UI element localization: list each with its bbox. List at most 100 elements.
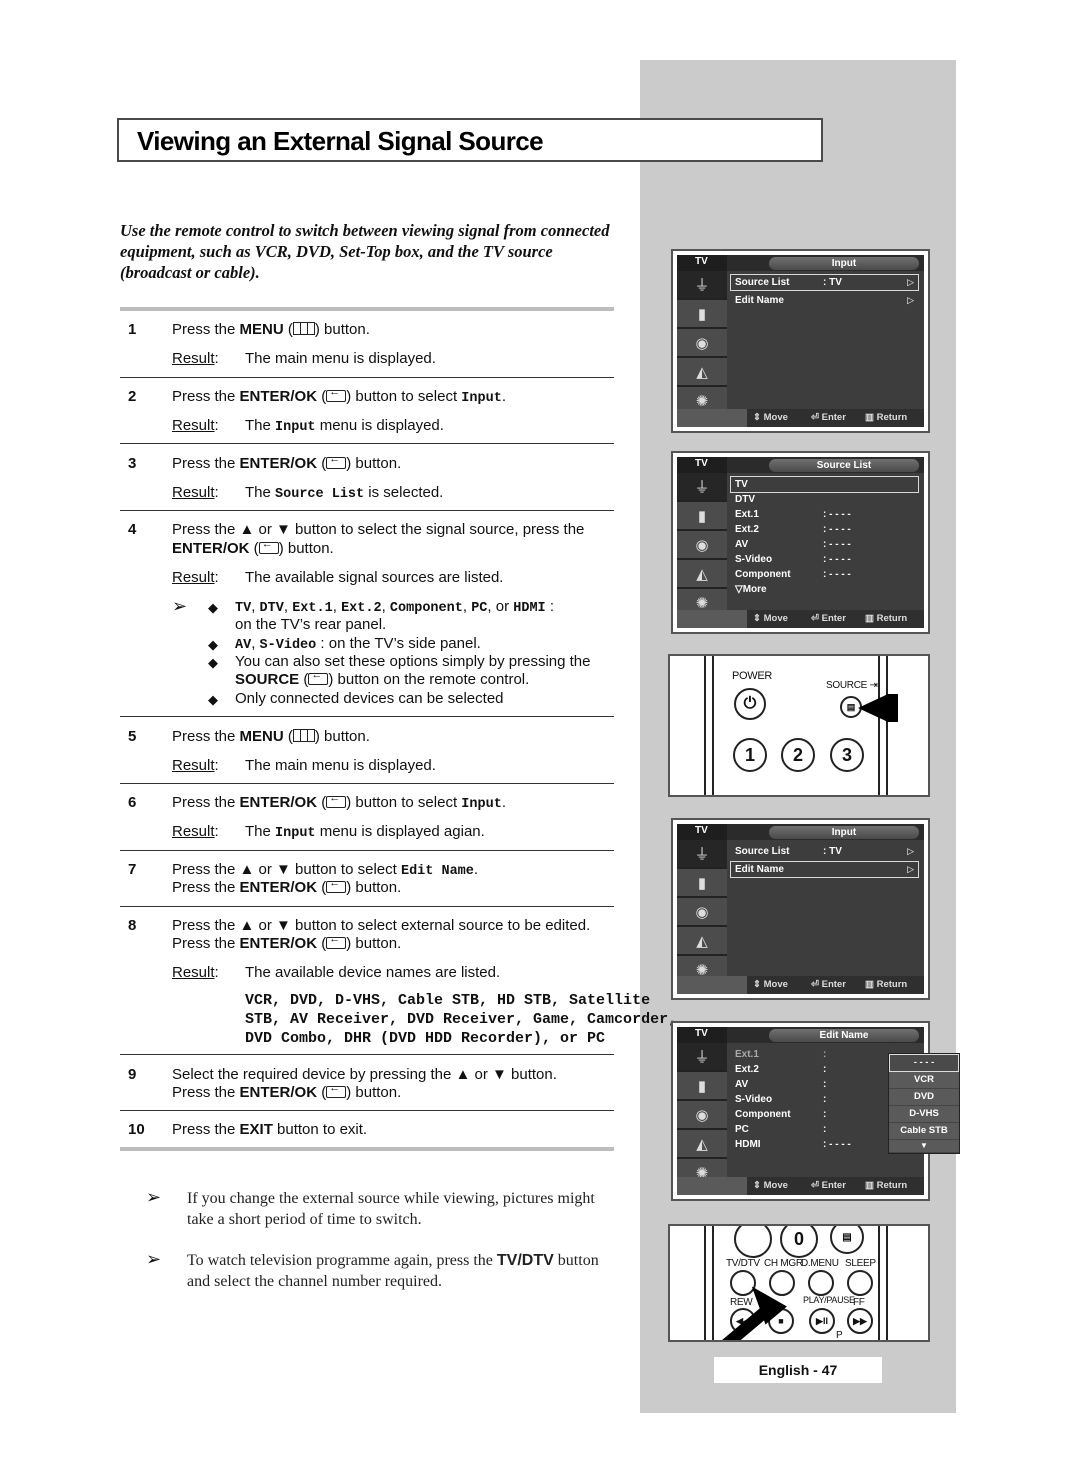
device-names-line: STB, AV Receiver, DVD Receiver, Game, Ca… <box>245 1011 678 1028</box>
source-item[interactable]: Ext.2: - - - - <box>731 522 918 537</box>
input-plug-icon: ⏚ <box>677 271 727 300</box>
step-6-result-label: Result: <box>172 823 219 840</box>
divider <box>120 377 614 378</box>
return-hint: ▥ Return <box>865 1180 908 1191</box>
input-plug-icon: ⏚ <box>677 1043 727 1072</box>
step-number: 6 <box>128 794 137 811</box>
enter-icon <box>326 386 347 402</box>
step-2-instruction: Press the ENTER/OK () button to select I… <box>172 386 506 406</box>
dropdown-option[interactable]: Cable STB <box>889 1123 959 1140</box>
picture-icon: ▮ <box>677 300 727 329</box>
move-hint: ⇕ Move <box>753 412 788 423</box>
power-button-icon: ⏻ <box>734 688 766 720</box>
source-item[interactable]: AV: - - - - <box>731 537 918 552</box>
source-icon <box>308 669 329 685</box>
sleep-label: SLEEP <box>845 1258 876 1269</box>
menu-icon <box>292 322 315 335</box>
input-plug-icon: ⏚ <box>677 840 727 869</box>
d-menu-label: D.MENU <box>801 1258 839 1269</box>
enter-hint: ⏎ Enter <box>811 412 846 423</box>
divider <box>120 1147 614 1151</box>
scroll-down-icon[interactable]: ▼ <box>889 1140 959 1153</box>
tip-tv-dtv: To watch television programme again, pre… <box>187 1252 599 1290</box>
dropdown-option[interactable]: DVD <box>889 1089 959 1106</box>
channel-icon: ◭ <box>677 927 727 956</box>
step-2-result: The Input menu is displayed. <box>245 417 444 435</box>
right-arrow-icon: ▷ <box>907 846 914 856</box>
step-8-instruction-2: Press the ENTER/OK () button. <box>172 933 401 952</box>
menu-icon <box>292 729 315 742</box>
source-item[interactable]: Component: - - - - <box>731 567 918 582</box>
pointer-arrow-icon <box>858 694 888 722</box>
tv-screen-input: TV Input ⏚ ▮ ◉ ◭ ✺ Source List: TV ▷ Edit… <box>671 249 930 433</box>
step-7-instruction: Press the ▲ or ▼ button to select Edit N… <box>172 861 479 879</box>
source-item[interactable]: TV <box>730 476 919 493</box>
right-arrow-icon: ▷ <box>907 295 914 305</box>
menu-title: Input <box>769 257 919 270</box>
return-hint: ▥ Return <box>865 979 908 990</box>
bullet-icon: ◆ <box>208 692 218 707</box>
enter-icon <box>326 1082 347 1098</box>
digit-0-button: 0 <box>780 1226 818 1258</box>
step-10-instruction: Press the EXIT button to exit. <box>172 1121 368 1138</box>
menu-item-source-list[interactable]: Source List: TV ▷ <box>730 274 919 291</box>
dropdown-option[interactable]: VCR <box>889 1072 959 1089</box>
digit-2-button: 2 <box>781 738 815 772</box>
note-arrow-icon: ➢ <box>172 596 188 616</box>
tv-screen-source-list: TV Source List ⏚ ▮ ◉ ◭ ✺ TV DTV Ext.1: -… <box>671 451 930 634</box>
source-item[interactable]: DTV <box>731 492 918 507</box>
bullet-icon: ◆ <box>208 655 218 670</box>
picture-icon: ▮ <box>677 869 727 898</box>
picture-icon: ▮ <box>677 502 727 531</box>
page-title-box: Viewing an External Signal Source <box>117 118 823 162</box>
step-number: 4 <box>128 521 137 538</box>
blank-button-icon <box>734 1226 772 1258</box>
d-menu-button <box>808 1270 834 1296</box>
note-arrow-icon: ➢ <box>146 1187 162 1207</box>
step-3-result: The Source List is selected. <box>245 484 444 502</box>
menu-title: Edit Name <box>769 1029 919 1042</box>
fast-forward-icon: ▶▶ <box>847 1308 873 1334</box>
note-side-panel: AV, S-Video : on the TV’s side panel. <box>235 635 481 653</box>
sound-icon: ◉ <box>677 1101 727 1130</box>
divider <box>120 1110 614 1111</box>
more-item[interactable]: ▽More <box>731 582 918 597</box>
divider <box>120 906 614 907</box>
enter-hint: ⏎ Enter <box>811 1180 846 1191</box>
channel-icon: ◭ <box>677 560 727 589</box>
tv-label: TV <box>677 255 727 271</box>
move-hint: ⇕ Move <box>753 613 788 624</box>
pre-ch-button-icon: ▤ <box>830 1226 864 1254</box>
menu-title: Input <box>769 826 919 839</box>
source-item[interactable]: Ext.1: - - - - <box>731 507 918 522</box>
move-hint: ⇕ Move <box>753 1180 788 1191</box>
sleep-button <box>847 1270 873 1296</box>
source-label: SOURCE ⇥ <box>826 680 878 691</box>
dropdown-option[interactable]: D-VHS <box>889 1106 959 1123</box>
enter-hint: ⏎ Enter <box>811 613 846 624</box>
source-item[interactable]: S-Video: - - - - <box>731 552 918 567</box>
tip-source-switch: If you change the external source while … <box>187 1190 595 1228</box>
note-rear-panel-2: on the TV’s rear panel. <box>235 616 387 633</box>
menu-item-source-list[interactable]: Source List: TV ▷ <box>731 844 918 859</box>
step-8-result-label: Result: <box>172 964 219 981</box>
step-5-result-label: Result: <box>172 757 219 774</box>
tv-label: TV <box>677 457 727 473</box>
device-name-dropdown[interactable]: - - - - VCR DVD D-VHS Cable STB ▼ <box>888 1053 960 1154</box>
play-pause-icon: ▶II <box>809 1308 835 1334</box>
step-1-instruction: Press the MENU () button. <box>172 321 370 338</box>
dropdown-option[interactable]: - - - - <box>889 1054 959 1072</box>
menu-item-edit-name[interactable]: Edit Name ▷ <box>730 861 919 878</box>
note-rear-panel: TV, DTV, Ext.1, Ext.2, Component, PC, or… <box>235 598 554 616</box>
note-source-button: You can also set these options simply by… <box>235 653 591 670</box>
enter-icon <box>326 933 347 949</box>
step-number: 5 <box>128 728 137 745</box>
intro-text: Use the remote control to switch between… <box>120 221 610 282</box>
step-1-result: The main menu is displayed. <box>245 350 436 367</box>
divider <box>120 307 614 311</box>
step-9-instruction: Select the required device by pressing t… <box>172 1066 557 1083</box>
menu-item-edit-name[interactable]: Edit Name ▷ <box>731 293 918 308</box>
remote-illustration-source: POWER ⏻ SOURCE ⇥ ▤ 1 2 3 <box>668 654 930 797</box>
step-5-instruction: Press the MENU () button. <box>172 728 370 745</box>
tv-screen-edit-name: TV Edit Name ⏚ ▮ ◉ ◭ ✺ Ext.1: Ext.2: AV:… <box>671 1021 960 1201</box>
